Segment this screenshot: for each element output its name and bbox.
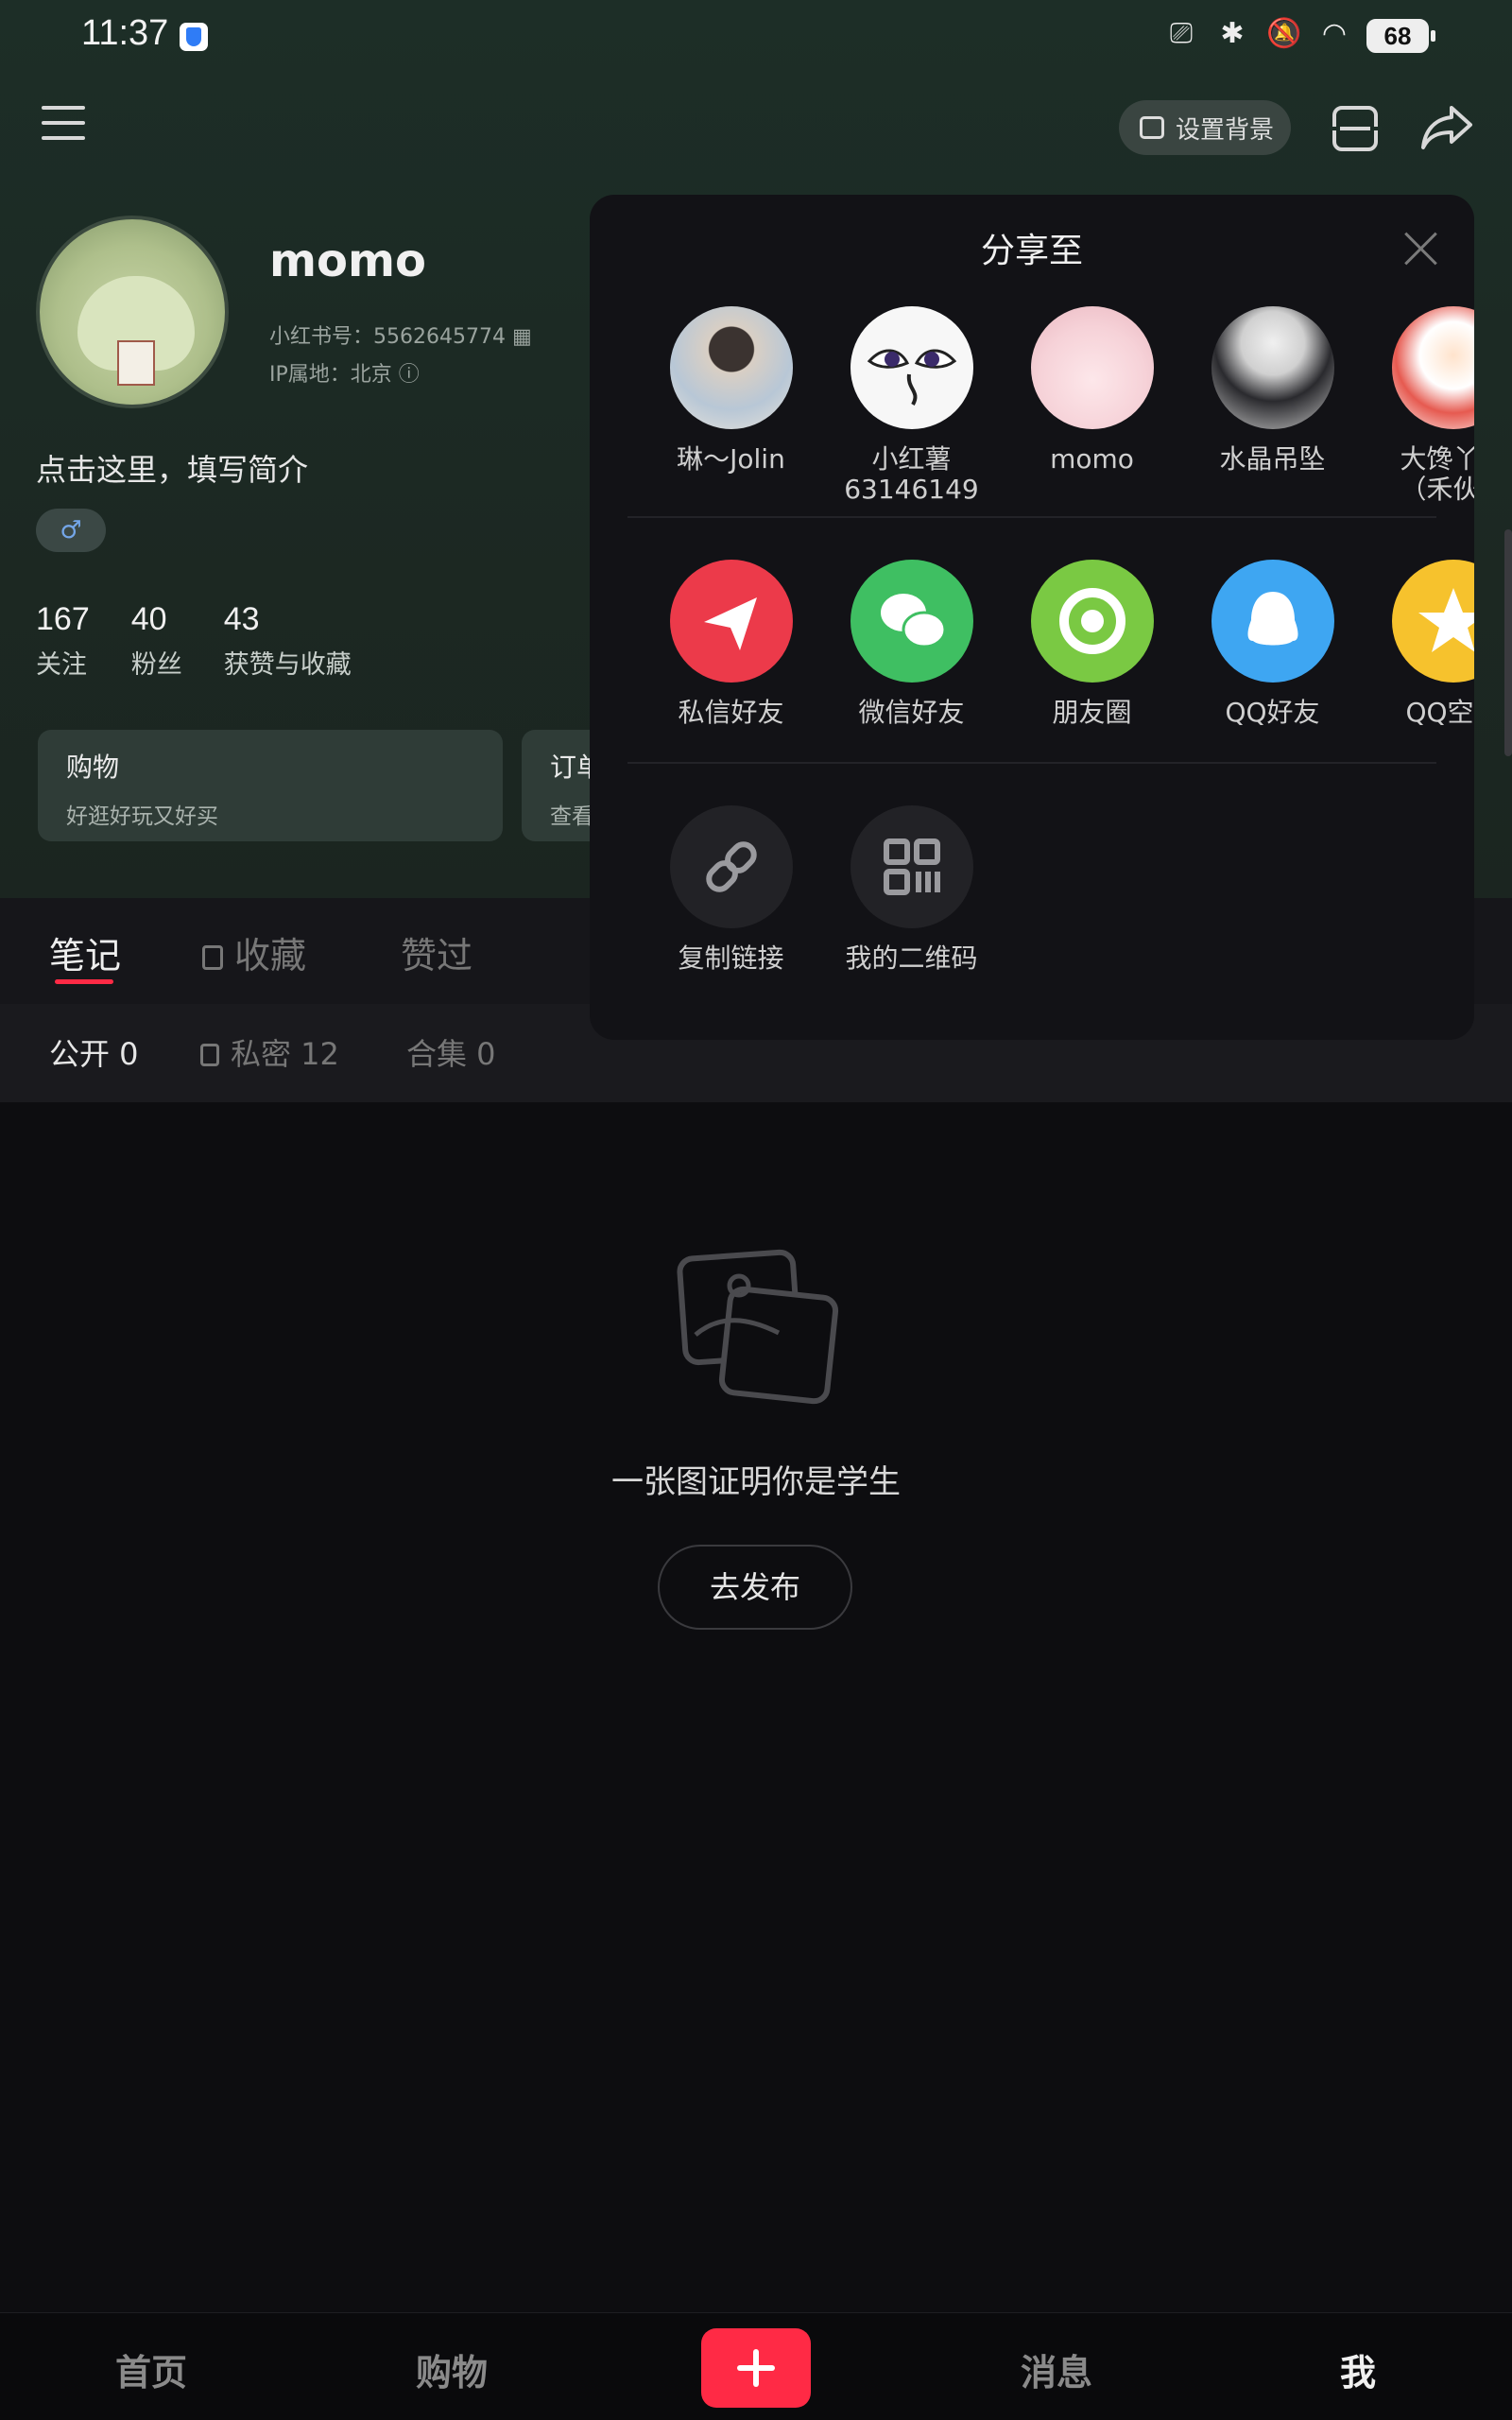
- share-arrow-icon[interactable]: [1419, 102, 1474, 153]
- lock-icon: [202, 945, 223, 970]
- contact-avatar: [1211, 306, 1334, 429]
- share-panel: 分享至 琳～Jolin 小红薯 63146149 momo 水晶吊坠 大馋丫 （…: [590, 195, 1474, 1040]
- share-contact-girl[interactable]: 大馋丫头 （禾伙人: [1363, 306, 1474, 505]
- stat-followers[interactable]: 40 粉丝: [131, 601, 182, 681]
- active-tab-indicator: [55, 979, 113, 984]
- set-background-label: 设置背景: [1176, 115, 1275, 145]
- mute-icon: 🔕: [1266, 17, 1302, 50]
- publish-button[interactable]: 去发布: [658, 1545, 852, 1630]
- share-contact-crystal[interactable]: 水晶吊坠: [1182, 306, 1363, 505]
- bio-placeholder[interactable]: 点击这里，填写简介: [36, 446, 308, 490]
- scrollbar[interactable]: [1504, 529, 1512, 756]
- divider: [627, 516, 1436, 518]
- menu-icon[interactable]: [42, 106, 85, 144]
- ip-location: IP属地：北京 ⓘ: [269, 363, 420, 387]
- status-bar: 11:37 ⎚ ✱ 🔕 ◠ 68: [0, 0, 1512, 76]
- link-icon: [669, 805, 793, 928]
- share-private-message[interactable]: 私信好友: [641, 560, 821, 728]
- lock-icon: [200, 1044, 219, 1066]
- copy-link-button[interactable]: 复制链接: [641, 805, 821, 974]
- cast-icon: ⎚: [1170, 17, 1193, 50]
- gender-badge[interactable]: ♂: [36, 509, 106, 552]
- share-contact-jolin[interactable]: 琳～Jolin: [641, 306, 821, 505]
- tab-collections[interactable]: 收藏: [202, 926, 306, 978]
- share-qq[interactable]: QQ好友: [1182, 560, 1363, 728]
- contact-avatar: [850, 306, 973, 429]
- shield-icon: [180, 23, 208, 51]
- wechat-icon: [850, 560, 973, 683]
- contact-avatar: [1391, 306, 1474, 429]
- wifi-icon: ◠: [1321, 17, 1348, 50]
- image-icon: [1140, 116, 1164, 139]
- empty-photos-icon: [677, 1249, 839, 1405]
- avatar[interactable]: [36, 216, 229, 408]
- shopping-card[interactable]: 购物 好逛好玩又好买: [38, 730, 503, 841]
- contact-avatar: [1030, 306, 1154, 429]
- profile-stats: 167 关注 40 粉丝 43 获赞与收藏: [36, 601, 393, 681]
- bottom-navigation: 首页 购物 消息 我: [0, 2312, 1512, 2420]
- contact-avatar: [669, 306, 793, 429]
- qzone-icon: [1391, 560, 1474, 683]
- close-icon[interactable]: [1402, 229, 1440, 267]
- nav-messages[interactable]: 消息: [1021, 2343, 1092, 2395]
- scan-icon[interactable]: [1329, 106, 1382, 151]
- tab-notes[interactable]: 笔记: [49, 926, 121, 978]
- nav-me[interactable]: 我: [1340, 2343, 1376, 2395]
- nav-shopping[interactable]: 购物: [416, 2343, 488, 2395]
- share-contact-momo[interactable]: momo: [1002, 306, 1182, 505]
- filter-public[interactable]: 公开 0: [49, 1030, 139, 1074]
- share-panel-title: 分享至: [980, 232, 1083, 270]
- moments-icon: [1030, 560, 1154, 683]
- my-qr-code-button[interactable]: 我的二维码: [821, 805, 1002, 974]
- share-actions-row: 复制链接 我的二维码: [641, 805, 1002, 974]
- divider: [627, 762, 1436, 764]
- share-wechat[interactable]: 微信好友: [821, 560, 1002, 728]
- bluetooth-icon: ✱: [1220, 17, 1245, 50]
- empty-state-text: 一张图证明你是学生: [611, 1463, 901, 1501]
- create-post-button[interactable]: [701, 2328, 811, 2408]
- stat-following[interactable]: 167 关注: [36, 601, 90, 681]
- nav-home[interactable]: 首页: [115, 2343, 187, 2395]
- tab-liked[interactable]: 赞过: [401, 926, 472, 978]
- filter-albums[interactable]: 合集 0: [406, 1030, 496, 1074]
- filter-private[interactable]: 私密 12: [200, 1030, 339, 1074]
- share-contact-xiaohongshu[interactable]: 小红薯 63146149: [821, 306, 1002, 505]
- info-icon: ⓘ: [398, 363, 420, 387]
- stat-likes[interactable]: 43 获赞与收藏: [224, 601, 352, 681]
- battery-indicator: 68: [1366, 19, 1435, 53]
- qr-code-icon: [850, 805, 973, 928]
- user-id: 小红书号：5562645774 ▦: [269, 325, 532, 349]
- qq-icon: [1211, 560, 1334, 683]
- status-time: 11:37: [81, 13, 169, 53]
- share-apps-row: 私信好友 微信好友 朋友圈 QQ好友 QQ空间: [641, 560, 1474, 728]
- paper-plane-icon: [669, 560, 793, 683]
- qr-small-icon: ▦: [511, 325, 532, 349]
- share-qzone[interactable]: QQ空间: [1363, 560, 1474, 728]
- share-moments[interactable]: 朋友圈: [1002, 560, 1182, 728]
- set-background-button[interactable]: 设置背景: [1119, 100, 1291, 155]
- share-contacts-row: 琳～Jolin 小红薯 63146149 momo 水晶吊坠 大馋丫头 （禾伙: [641, 306, 1474, 505]
- username: momo: [269, 234, 426, 287]
